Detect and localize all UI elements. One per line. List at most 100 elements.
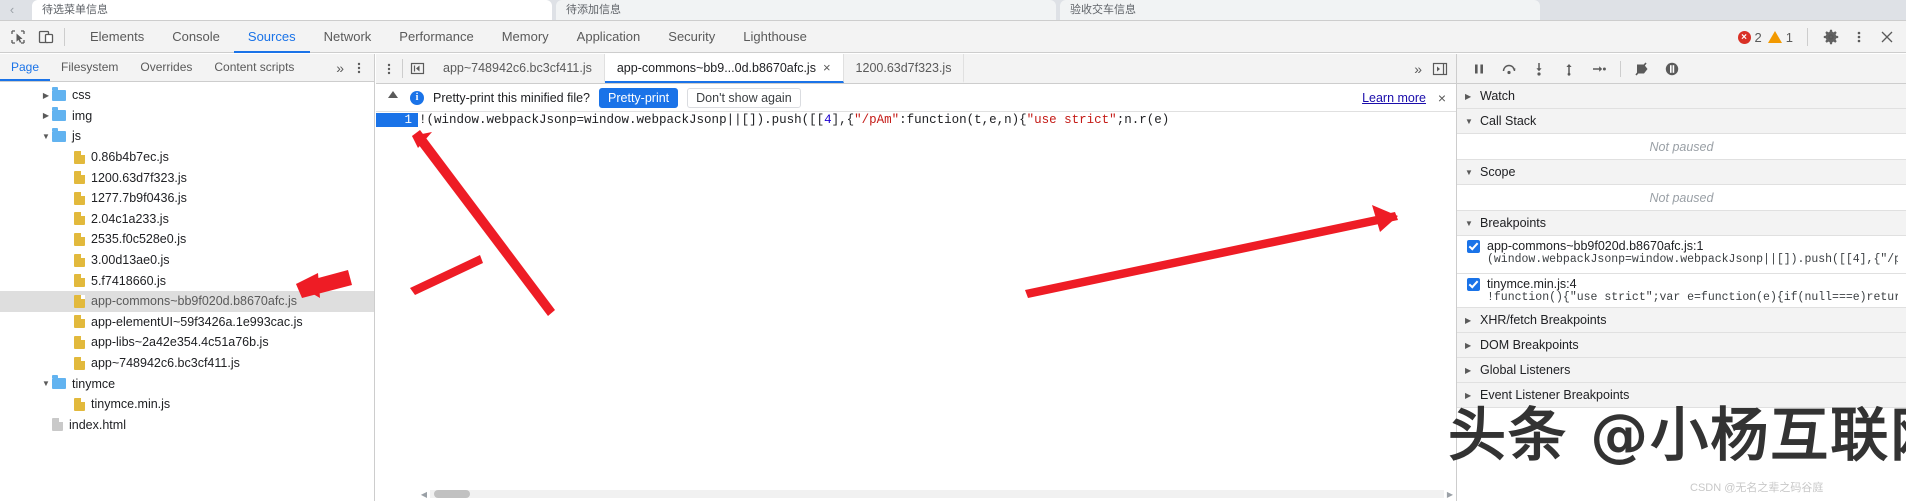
scrollbar-thumb[interactable] bbox=[434, 490, 470, 498]
breakpoint-checkbox[interactable] bbox=[1467, 277, 1480, 291]
learn-more-link[interactable]: Learn more bbox=[1362, 91, 1426, 105]
error-count-badge[interactable]: × 2 bbox=[1737, 30, 1762, 45]
tab-lighthouse[interactable]: Lighthouse bbox=[729, 21, 821, 53]
tree-row[interactable]: ▼ js bbox=[0, 126, 374, 147]
gear-icon[interactable] bbox=[1818, 24, 1844, 50]
chevron-down-icon[interactable]: ▼ bbox=[40, 379, 52, 388]
show-sidebar-icon[interactable] bbox=[1428, 57, 1452, 81]
step-out-icon[interactable] bbox=[1555, 57, 1583, 81]
pretty-print-button[interactable]: Pretty-print bbox=[599, 87, 679, 108]
tree-row[interactable]: app~748942c6.bc3cf411.js bbox=[0, 353, 374, 374]
chevron-double-right-icon[interactable]: » bbox=[336, 54, 344, 82]
tree-row-label: css bbox=[72, 88, 91, 103]
chevron-right-icon: ▶ bbox=[1465, 315, 1472, 325]
warning-count-badge[interactable]: 1 bbox=[1767, 30, 1793, 45]
breakpoint-checkbox[interactable] bbox=[1467, 239, 1480, 253]
scroll-left-icon[interactable]: ◀ bbox=[418, 490, 430, 499]
jump-to-previous-icon[interactable] bbox=[403, 54, 431, 83]
infobar-collapse-icon[interactable] bbox=[388, 91, 398, 98]
tree-row[interactable]: 2535.f0c528e0.js bbox=[0, 229, 374, 250]
tab-elements[interactable]: Elements bbox=[76, 21, 158, 53]
source-tab-1-label: app-commons~bb9...0d.b8670afc.js bbox=[616, 60, 816, 75]
step-into-icon[interactable] bbox=[1525, 57, 1553, 81]
browser-tab-2-label: 待添加信息 bbox=[566, 4, 621, 16]
infobar-close-icon[interactable]: × bbox=[1438, 90, 1446, 106]
tree-row[interactable]: app-libs~2a42e354.4c51a76b.js bbox=[0, 332, 374, 353]
source-tab-0[interactable]: app~748942c6.bc3cf411.js bbox=[431, 54, 605, 83]
tree-row[interactable]: tinymce.min.js bbox=[0, 394, 374, 415]
pause-icon[interactable] bbox=[1465, 57, 1493, 81]
navigator-kebab-menu-icon[interactable] bbox=[352, 54, 366, 82]
chevron-right-icon: ▶ bbox=[1465, 365, 1472, 375]
tab-network[interactable]: Network bbox=[310, 21, 386, 53]
tree-row[interactable]: 1200.63d7f323.js bbox=[0, 167, 374, 188]
source-tab-1-close-icon[interactable]: × bbox=[823, 60, 831, 75]
code-viewer[interactable]: 1 !(window.webpackJsonp=window.webpackJs… bbox=[376, 113, 1456, 501]
tree-row[interactable]: ▼ tinymce bbox=[0, 373, 374, 394]
section-global-listeners[interactable]: ▶ Global Listeners bbox=[1457, 358, 1906, 383]
nav-tab-filesystem[interactable]: Filesystem bbox=[50, 54, 129, 81]
chevron-down-icon[interactable]: ▼ bbox=[40, 132, 52, 141]
tree-row[interactable]: 5.f7418660.js bbox=[0, 270, 374, 291]
pause-on-exceptions-icon[interactable] bbox=[1658, 57, 1686, 81]
tree-row[interactable]: ▶ css bbox=[0, 85, 374, 106]
source-tab-2[interactable]: 1200.63d7f323.js bbox=[844, 54, 965, 83]
inspect-cursor-icon[interactable] bbox=[8, 27, 28, 47]
js-file-icon bbox=[74, 150, 85, 164]
source-tabs-kebab-menu-icon[interactable] bbox=[376, 54, 402, 83]
section-xhr-breakpoints[interactable]: ▶ XHR/fetch Breakpoints bbox=[1457, 308, 1906, 333]
tab-application[interactable]: Application bbox=[563, 21, 655, 53]
tree-row-label: app-libs~2a42e354.4c51a76b.js bbox=[91, 335, 269, 350]
tree-row[interactable]: 3.00d13ae0.js bbox=[0, 250, 374, 271]
tab-console[interactable]: Console bbox=[158, 21, 234, 53]
section-breakpoints-title: Breakpoints bbox=[1480, 216, 1547, 230]
tree-row[interactable]: ▶ img bbox=[0, 106, 374, 127]
breakpoint-item[interactable]: tinymce.min.js:4 !function(){"use strict… bbox=[1457, 274, 1906, 307]
back-chevron-icon[interactable]: ‹ bbox=[4, 2, 20, 18]
tree-row[interactable]: app-elementUI~59f3426a.1e993cac.js bbox=[0, 312, 374, 333]
browser-tab-1[interactable]: 待选菜单信息 bbox=[32, 0, 552, 20]
tree-row[interactable]: index.html bbox=[0, 415, 374, 436]
nav-tab-content-scripts[interactable]: Content scripts bbox=[203, 54, 305, 81]
section-call-stack[interactable]: ▼ Call Stack bbox=[1457, 109, 1906, 134]
chevron-right-icon[interactable]: ▶ bbox=[40, 91, 52, 100]
dont-show-again-button[interactable]: Don't show again bbox=[687, 87, 801, 108]
tree-row[interactable]: 1277.7b9f0436.js bbox=[0, 188, 374, 209]
deactivate-breakpoints-icon[interactable] bbox=[1628, 57, 1656, 81]
browser-tabbar: ‹ 待选菜单信息 待添加信息 验收交车信息 bbox=[0, 0, 1906, 20]
tab-security[interactable]: Security bbox=[654, 21, 729, 53]
folder-icon bbox=[52, 375, 66, 390]
tree-row[interactable]: app-commons~bb9f020d.b8670afc.js bbox=[0, 290, 374, 312]
section-breakpoints[interactable]: ▼ Breakpoints bbox=[1457, 211, 1906, 236]
browser-tab-2[interactable]: 待添加信息 bbox=[556, 0, 1056, 20]
js-file-icon bbox=[74, 315, 85, 329]
section-dom-breakpoints[interactable]: ▶ DOM Breakpoints bbox=[1457, 333, 1906, 358]
file-tree[interactable]: ▶ css ▶ img ▼ js 0.86b4b7ec.js 1200.63d7f323.js… bbox=[0, 83, 374, 501]
chevron-right-icon[interactable]: ▶ bbox=[40, 111, 52, 120]
step-icon[interactable] bbox=[1585, 57, 1613, 81]
source-tab-1[interactable]: app-commons~bb9...0d.b8670afc.js × bbox=[604, 54, 844, 83]
nav-tab-page[interactable]: Page bbox=[0, 54, 51, 81]
section-watch[interactable]: ▶ Watch bbox=[1457, 84, 1906, 109]
line-number: 1 bbox=[376, 113, 418, 127]
tab-sources[interactable]: Sources bbox=[233, 21, 310, 53]
step-over-icon[interactable] bbox=[1495, 57, 1523, 81]
close-icon[interactable] bbox=[1874, 24, 1900, 50]
tab-performance[interactable]: Performance bbox=[385, 21, 487, 53]
scrollbar-track[interactable] bbox=[430, 490, 1444, 498]
tree-row[interactable]: 0.86b4b7ec.js bbox=[0, 147, 374, 168]
device-toolbar-icon[interactable] bbox=[36, 27, 56, 47]
tab-application-label: Application bbox=[576, 28, 641, 44]
scroll-right-icon[interactable]: ▶ bbox=[1444, 490, 1456, 499]
nav-tab-overrides[interactable]: Overrides bbox=[129, 54, 203, 81]
editor-horizontal-scrollbar[interactable]: ◀ ▶ bbox=[418, 489, 1456, 499]
info-icon: i bbox=[410, 90, 424, 105]
source-tabs-overflow-icon[interactable]: » bbox=[1414, 54, 1422, 84]
js-file-icon bbox=[74, 356, 85, 370]
tree-row[interactable]: 2.04c1a233.js bbox=[0, 209, 374, 230]
kebab-menu-icon[interactable] bbox=[1846, 24, 1872, 50]
tab-memory[interactable]: Memory bbox=[488, 21, 563, 53]
browser-tab-3[interactable]: 验收交车信息 bbox=[1060, 0, 1540, 20]
section-scope[interactable]: ▼ Scope bbox=[1457, 160, 1906, 185]
breakpoint-item[interactable]: app-commons~bb9f020d.b8670afc.js:1 (wind… bbox=[1457, 236, 1906, 269]
